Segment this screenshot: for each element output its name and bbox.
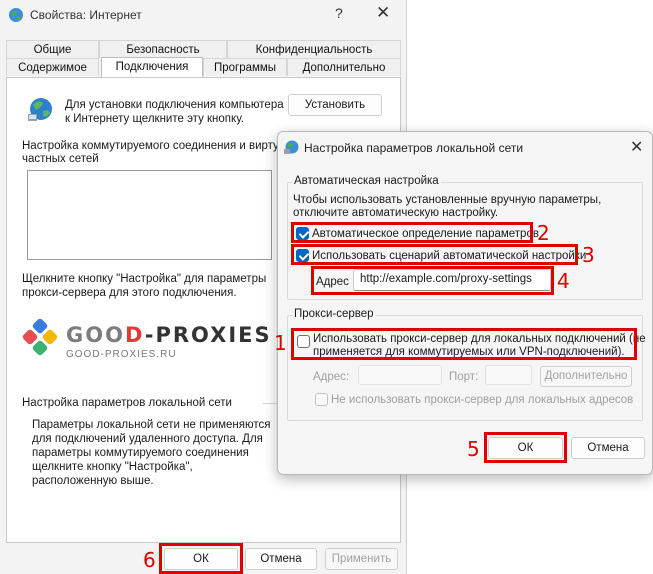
dialup-connections-list[interactable]	[27, 170, 272, 260]
tab-security[interactable]: Безопасность	[99, 40, 227, 58]
proxy-address-input[interactable]	[358, 365, 442, 385]
tab-privacy[interactable]: Конфиденциальность	[227, 40, 401, 58]
auto-config-text-line1: Чтобы использовать установленные вручную…	[293, 194, 602, 206]
lan-heading: Настройка параметров локальной сети	[22, 397, 232, 409]
help-button[interactable]: ?	[335, 5, 343, 21]
setup-text-line2: к Интернету щелкните эту кнопку.	[65, 113, 244, 125]
lan-cancel-button[interactable]: Отмена	[571, 437, 645, 459]
lan-text-line4: щелкните кнопку "Настройка",	[32, 461, 193, 473]
tab-content[interactable]: Содержимое	[6, 58, 99, 76]
bypass-local-checkbox[interactable]	[315, 393, 328, 406]
annotation-number: 1	[274, 331, 287, 355]
annotation-number: 5	[467, 437, 480, 461]
apply-button[interactable]: Применить	[325, 548, 398, 570]
lan-text-line3: параметры коммутируемого соединения	[32, 447, 249, 459]
close-icon[interactable]: ✕	[630, 137, 643, 157]
tab-connections[interactable]: Подключения	[101, 57, 203, 77]
setup-button[interactable]: Установить	[288, 94, 382, 116]
port-input[interactable]	[485, 365, 532, 385]
logo-wordmark: GOOD-PROXIES	[66, 323, 272, 347]
annotation-number: 4	[557, 269, 570, 293]
highlight-address	[311, 266, 554, 295]
bypass-local-label: Не использовать прокси-сервер для локаль…	[331, 394, 634, 406]
port-label: Порт:	[449, 371, 479, 383]
highlight-lan-ok	[484, 432, 567, 463]
annotation-number: 6	[143, 548, 156, 572]
proxy-address-label: Адрес:	[313, 371, 350, 383]
lan-window-title: Настройка параметров локальной сети	[304, 141, 524, 155]
logo-part-2: D	[124, 323, 145, 347]
logo-part-3: -PROXIES	[144, 323, 272, 347]
logo-part-1: GOO	[66, 323, 125, 347]
internet-globe-icon	[9, 8, 23, 22]
lan-text-line1: Параметры локальной сети не применяются	[32, 419, 271, 431]
proxy-text-line2: прокси-сервера для этого подключения.	[22, 287, 237, 299]
window-title: Свойства: Интернет	[30, 8, 142, 22]
auto-config-legend: Автоматическая настройка	[292, 175, 441, 187]
close-icon[interactable]: ✕	[376, 3, 390, 23]
tab-programs[interactable]: Программы	[203, 58, 287, 76]
dialup-heading-line1: Настройка коммутируемого соединения и ви…	[22, 140, 286, 152]
setup-text-line1: Для установки подключения компьютера	[65, 99, 284, 111]
auto-config-text-line2: отключите автоматическую настройку.	[293, 207, 499, 219]
tab-general[interactable]: Общие	[6, 40, 99, 58]
tab-advanced[interactable]: Дополнительно	[287, 58, 401, 76]
annotation-number: 2	[537, 221, 550, 245]
highlight-main-ok	[159, 543, 243, 574]
proxy-text-line1: Щелкните кнопку "Настройка" для параметр…	[22, 273, 267, 285]
network-globe-icon	[284, 140, 299, 154]
lan-text-line5: расположенную выше.	[32, 475, 154, 487]
logo-subtext: GOOD-PROXIES.RU	[66, 349, 177, 360]
advanced-button[interactable]: Дополнительно	[540, 366, 632, 387]
annotation-number: 3	[582, 243, 595, 267]
highlight-use-proxy	[291, 328, 637, 360]
good-proxies-logo-icon	[22, 318, 58, 356]
proxy-legend: Прокси-сервер	[292, 308, 376, 320]
network-globe-icon	[28, 98, 52, 121]
highlight-auto-script	[291, 244, 578, 265]
lan-text-line2: для подключений удаленного доступа. Для	[32, 433, 263, 445]
highlight-auto-detect	[291, 222, 533, 243]
cancel-button[interactable]: Отмена	[245, 548, 317, 570]
dialup-heading-line2: частных сетей	[22, 153, 99, 165]
